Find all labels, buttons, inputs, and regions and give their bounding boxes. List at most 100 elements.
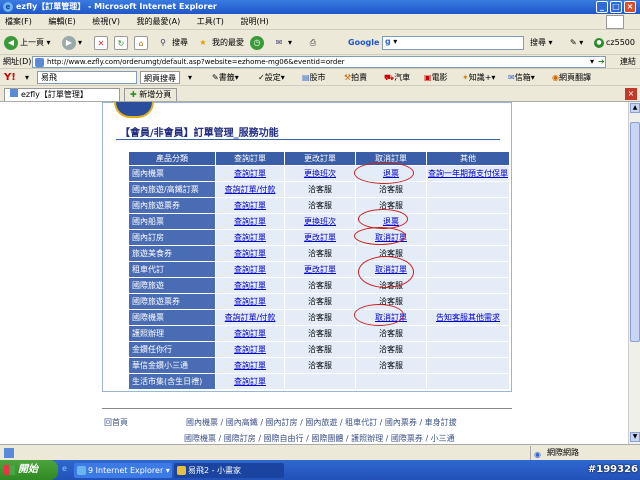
table-row: 生活市集(含生日禮) 查詢訂單: [129, 374, 509, 389]
tab-active[interactable]: ezfly【訂單管理】: [4, 88, 120, 101]
menu-edit[interactable]: 編輯(E): [48, 17, 75, 26]
yahoo-auction[interactable]: ⚒拍賣: [344, 71, 367, 84]
row-category: 國內機票: [129, 166, 215, 181]
mail-button[interactable]: ✉ ▾: [272, 35, 292, 51]
quicklaunch-ie-icon[interactable]: e: [62, 464, 67, 473]
go-arrow-icon[interactable]: ➔: [598, 55, 605, 68]
refresh-button[interactable]: ↻: [114, 35, 130, 51]
menu-bar: 檔案(F) 編輯(E) 檢視(V) 我的最愛(A) 工具(T) 說明(H): [0, 14, 640, 30]
tools-icon[interactable]: ✎ ▾: [570, 35, 583, 51]
change-link[interactable]: 更換班次: [304, 169, 336, 178]
contact-service-text: 洽客服: [308, 313, 332, 322]
yahoo-movies[interactable]: ▣電影: [424, 71, 448, 84]
query-link[interactable]: 查詢訂單/付款: [225, 185, 276, 194]
home-link[interactable]: 回首頁: [104, 417, 128, 428]
menu-tools[interactable]: 工具(T): [197, 17, 224, 26]
cancel-link[interactable]: 取消訂單: [375, 313, 407, 322]
cell-change: 洽客服: [285, 294, 355, 309]
close-tab-icon[interactable]: ×: [625, 88, 637, 100]
other-link[interactable]: 告知客服其他需求: [436, 313, 500, 322]
change-link[interactable]: 更改訂單: [304, 265, 336, 274]
change-link[interactable]: 更改訂單: [304, 233, 336, 242]
print-button[interactable]: ⎙: [306, 35, 322, 51]
web-search-button[interactable]: 網頁搜尋: [140, 71, 180, 84]
stop-button[interactable]: ✕: [94, 35, 110, 51]
scroll-down-icon[interactable]: ▼: [630, 432, 640, 442]
mail-icon: ✉: [508, 73, 515, 82]
row-category: 旅遊美食券: [129, 246, 215, 261]
taskbar-item-paint[interactable]: 易飛2 - 小畫家: [174, 463, 284, 478]
cell-query: 查詢訂單/付款: [216, 182, 284, 197]
yahoo-settings[interactable]: ✓設定▾: [258, 71, 285, 84]
query-link[interactable]: 查詢訂單: [234, 265, 266, 274]
taskbar-item-ie[interactable]: 9 Internet Explorer ▾: [74, 463, 172, 478]
change-link[interactable]: 更換班次: [304, 217, 336, 226]
footer-links-row-1[interactable]: 國內機票 / 國內高鐵 / 國內訂房 / 國內旅遊 / 租車代訂 / 國內票券 …: [186, 417, 457, 428]
query-link[interactable]: 查詢訂單: [234, 377, 266, 386]
query-link[interactable]: 查詢訂單: [234, 329, 266, 338]
cell-query: 查詢訂單: [216, 166, 284, 181]
user-button[interactable]: ● cz5500: [594, 35, 635, 51]
scroll-thumb[interactable]: [630, 122, 640, 342]
page-status-icon: [4, 448, 14, 458]
contact-service-text: 洽客服: [308, 201, 332, 210]
query-link[interactable]: 查詢訂單: [234, 361, 266, 370]
table-row: 國內訂房 查詢訂單 更改訂單 取消訂單: [129, 230, 509, 245]
search-button[interactable]: ⚲ 搜尋: [156, 35, 188, 51]
yahoo-options-icon[interactable]: ▾: [188, 71, 192, 84]
yahoo-translate[interactable]: ◉網頁翻譯: [552, 71, 591, 84]
contact-service-text: 洽客服: [308, 249, 332, 258]
back-button[interactable]: ◀ 上一頁 ▾: [4, 35, 51, 51]
home-button[interactable]: ⌂: [134, 35, 150, 51]
menu-view[interactable]: 檢視(V): [92, 17, 120, 26]
new-tab-button[interactable]: ✚ 新增分頁: [124, 88, 178, 101]
yahoo-mail[interactable]: ✉信箱▾: [508, 71, 535, 84]
close-button[interactable]: ×: [624, 1, 636, 13]
links-button[interactable]: 連結: [620, 55, 636, 68]
cell-change: 更換班次: [285, 214, 355, 229]
query-link[interactable]: 查詢訂單: [234, 345, 266, 354]
yahoo-dropdown-icon[interactable]: ▾: [25, 71, 29, 84]
maximize-button[interactable]: □: [610, 1, 622, 13]
query-link[interactable]: 查詢訂單: [234, 217, 266, 226]
cancel-link[interactable]: 取消訂單: [375, 265, 407, 274]
menu-file[interactable]: 檔案(F): [5, 17, 32, 26]
query-link[interactable]: 查詢訂單: [234, 297, 266, 306]
cell-cancel: 洽客服: [356, 294, 426, 309]
query-link[interactable]: 查詢訂單: [234, 233, 266, 242]
cancel-link[interactable]: 取消訂單: [375, 233, 407, 242]
favorites-button[interactable]: ★ 我的最愛: [196, 35, 244, 51]
other-link[interactable]: 查詢一年期預支付保單: [428, 169, 508, 178]
query-link[interactable]: 查詢訂單: [234, 169, 266, 178]
history-button[interactable]: ◷: [250, 35, 266, 51]
cell-change: 洽客服: [285, 310, 355, 325]
chart-icon: ▤: [302, 73, 310, 82]
yahoo-cars[interactable]: ⛟汽車: [384, 71, 410, 84]
query-link[interactable]: 查詢訂單: [234, 281, 266, 290]
image-watermark: #199326: [587, 464, 638, 475]
forward-button[interactable]: ▶ ▾: [62, 35, 82, 51]
address-dropdown-icon[interactable]: ▾: [590, 55, 594, 68]
start-button[interactable]: 開始: [0, 460, 58, 480]
minimize-button[interactable]: _: [596, 1, 608, 13]
film-icon: ▣: [424, 73, 432, 82]
vertical-scrollbar[interactable]: ▲ ▼: [628, 102, 640, 444]
cancel-link[interactable]: 退票: [383, 217, 399, 226]
google-search-button[interactable]: 搜尋 ▾: [530, 35, 553, 51]
yahoo-stocks[interactable]: ▤股市: [302, 71, 326, 84]
menu-favorites[interactable]: 我的最愛(A): [137, 17, 181, 26]
yahoo-bookmarks[interactable]: ✎書籤▾: [212, 71, 239, 84]
cancel-link[interactable]: 退票: [383, 169, 399, 178]
yahoo-logo[interactable]: Y!: [4, 71, 16, 84]
google-search-input[interactable]: g ▾: [382, 36, 524, 50]
query-link[interactable]: 查詢訂單: [234, 201, 266, 210]
menu-help[interactable]: 說明(H): [240, 17, 268, 26]
address-input[interactable]: http://www.ezfly.com/orderumgt/default.a…: [32, 56, 606, 68]
query-link[interactable]: 查詢訂單: [234, 249, 266, 258]
footer-links-row-2[interactable]: 國際機票 / 國際訂房 / 國際自由行 / 國際團體 / 護照辦理 / 國際票券…: [184, 433, 455, 444]
cell-cancel: 洽客服: [356, 326, 426, 341]
yahoo-knowledge[interactable]: ✦知識+▾: [462, 71, 495, 84]
yahoo-search-input[interactable]: 易飛: [37, 71, 137, 84]
query-link[interactable]: 查詢訂單/付款: [225, 313, 276, 322]
scroll-up-icon[interactable]: ▲: [630, 103, 640, 113]
